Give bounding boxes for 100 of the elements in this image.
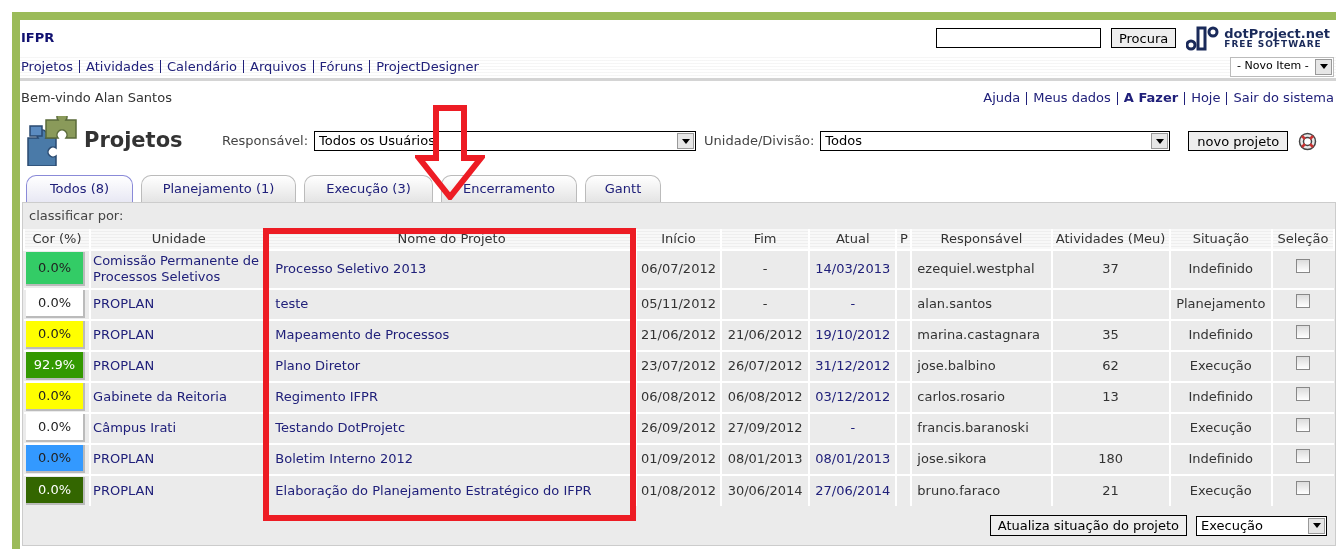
- org-name: IFPR: [21, 28, 55, 47]
- nav-link[interactable]: Calendário: [167, 56, 237, 77]
- tab[interactable]: Execução (3): [304, 175, 433, 202]
- filter-select[interactable]: Todos os Usuários: [314, 131, 697, 151]
- tab[interactable]: Gantt: [585, 175, 661, 202]
- logo-name: dotProject.net: [1224, 26, 1330, 40]
- end-date: -: [762, 296, 768, 312]
- sort-label: classificar por:: [29, 207, 124, 226]
- nav-link[interactable]: ProjectDesigner: [376, 56, 479, 77]
- column-header[interactable]: Cor (%): [24, 229, 91, 250]
- row-checkbox[interactable]: [1296, 387, 1311, 402]
- row-checkbox[interactable]: [1296, 325, 1311, 340]
- current-date: 27/06/2014: [815, 482, 891, 498]
- nav-link[interactable]: Arquivos: [250, 56, 307, 77]
- filter-select[interactable]: Todos: [820, 131, 1171, 151]
- page-title: Projetos: [84, 127, 184, 155]
- owner-name: alan.santos: [917, 296, 993, 312]
- current-date: 14/03/2013: [815, 261, 891, 277]
- owner-name: bruno.faraco: [917, 482, 1001, 498]
- project-name-link[interactable]: teste: [275, 296, 309, 312]
- dropdown-caret-icon: [677, 133, 695, 149]
- nav-link[interactable]: Projetos: [21, 56, 74, 77]
- row-checkbox[interactable]: [1296, 294, 1311, 309]
- user-link[interactable]: Meus dados: [1033, 88, 1111, 108]
- progress-percent: 0.0%: [26, 445, 85, 473]
- project-name-link[interactable]: Boletim Interno 2012: [275, 451, 414, 467]
- owner-name: jose.balbino: [917, 358, 996, 374]
- current-date: -: [850, 420, 856, 436]
- status-text: Indefinido: [1188, 389, 1254, 405]
- filter-label: Responsável:: [222, 132, 309, 151]
- user-link[interactable]: Sair do sistema: [1233, 88, 1334, 108]
- owner-name: jose.sikora: [917, 451, 987, 467]
- project-name-link[interactable]: Testando DotProjetc: [275, 420, 406, 436]
- new-item-select[interactable]: - Novo Item -: [1230, 56, 1334, 77]
- tab[interactable]: Encerramento: [441, 175, 577, 202]
- owner-name: carlos.rosario: [917, 389, 1005, 405]
- status-text: Planejamento: [1176, 296, 1266, 312]
- unit-link[interactable]: Comissão Permanente de Processos Seletivos: [93, 253, 265, 285]
- unit-link[interactable]: PROPLAN: [93, 296, 265, 312]
- status-text: Execução: [1189, 420, 1252, 436]
- puzzle-icon: [24, 116, 80, 166]
- project-name-link[interactable]: Processo Seletivo 2013: [275, 261, 427, 277]
- project-name-link[interactable]: Mapeamento de Processos: [275, 327, 450, 343]
- column-header[interactable]: Situação: [1169, 229, 1272, 250]
- task-count: 62: [1102, 358, 1119, 374]
- dropdown-caret-icon: [1315, 58, 1332, 75]
- unit-link[interactable]: PROPLAN: [93, 482, 265, 499]
- start-date: 06/07/2012: [641, 261, 716, 277]
- tab[interactable]: Planejamento (1): [141, 175, 296, 202]
- logo-icon: [1186, 24, 1221, 51]
- current-date: 19/10/2012: [815, 327, 891, 343]
- column-header[interactable]: Seleção: [1271, 229, 1334, 250]
- row-checkbox[interactable]: [1296, 480, 1311, 495]
- row-checkbox[interactable]: [1296, 449, 1311, 464]
- status-text: Indefinido: [1188, 451, 1254, 467]
- column-header[interactable]: Fim: [721, 229, 810, 250]
- row-checkbox[interactable]: [1296, 259, 1311, 274]
- project-name-link[interactable]: Plano Diretor: [275, 358, 361, 374]
- welcome-text: Bem-vindo Alan Santos: [21, 89, 172, 108]
- user-link[interactable]: A Fazer: [1123, 88, 1179, 108]
- nav-link[interactable]: Fóruns: [319, 56, 364, 77]
- owner-name: ezequiel.westphal: [917, 261, 1035, 277]
- user-link[interactable]: Ajuda: [983, 88, 1021, 108]
- search-button[interactable]: Procura: [1110, 27, 1177, 48]
- project-name-link[interactable]: Regimento IFPR: [275, 389, 378, 405]
- column-header[interactable]: Responsável: [911, 229, 1052, 250]
- task-count: 35: [1102, 327, 1119, 343]
- unit-link[interactable]: PROPLAN: [93, 358, 265, 374]
- new-project-button[interactable]: novo projeto: [1188, 131, 1289, 151]
- unit-link[interactable]: Gabinete da Reitoria: [93, 389, 265, 405]
- column-header[interactable]: Início: [635, 229, 722, 250]
- task-count: 37: [1102, 261, 1119, 277]
- column-header[interactable]: Atividades (Meu): [1051, 229, 1170, 250]
- owner-name: marina.castagnara: [917, 327, 1040, 343]
- project-name-link[interactable]: Elaboração do Planejamento Estratégico do IFPR: [275, 482, 592, 498]
- row-checkbox[interactable]: [1296, 418, 1311, 433]
- end-date: 30/06/2014: [727, 482, 803, 498]
- lifebuoy-icon[interactable]: [1298, 131, 1318, 151]
- progress-percent: 92.9%: [26, 352, 85, 380]
- nav-link[interactable]: Atividades: [86, 56, 154, 77]
- user-link[interactable]: Hoje: [1191, 88, 1221, 108]
- task-count: 13: [1102, 389, 1119, 405]
- end-date: 08/01/2013: [727, 451, 803, 467]
- current-date: 08/01/2013: [815, 451, 891, 467]
- end-date: -: [762, 261, 768, 277]
- task-count: 21: [1102, 482, 1119, 498]
- unit-link[interactable]: Câmpus Irati: [93, 420, 265, 436]
- update-status-button[interactable]: Atualiza situação do projeto: [989, 515, 1187, 536]
- unit-link[interactable]: PROPLAN: [93, 451, 265, 467]
- dropdown-caret-icon: [1308, 517, 1325, 534]
- tab[interactable]: Todos (8): [26, 175, 133, 202]
- end-date: 26/07/2012: [727, 358, 803, 374]
- search-field[interactable]: [935, 27, 1101, 48]
- progress-percent: 0.0%: [26, 290, 85, 318]
- status-select[interactable]: Execução: [1196, 515, 1327, 536]
- row-checkbox[interactable]: [1296, 356, 1311, 371]
- status-text: Execução: [1189, 482, 1252, 498]
- progress-percent: 0.0%: [26, 383, 85, 411]
- column-header[interactable]: Atual: [809, 229, 897, 250]
- unit-link[interactable]: PROPLAN: [93, 327, 265, 343]
